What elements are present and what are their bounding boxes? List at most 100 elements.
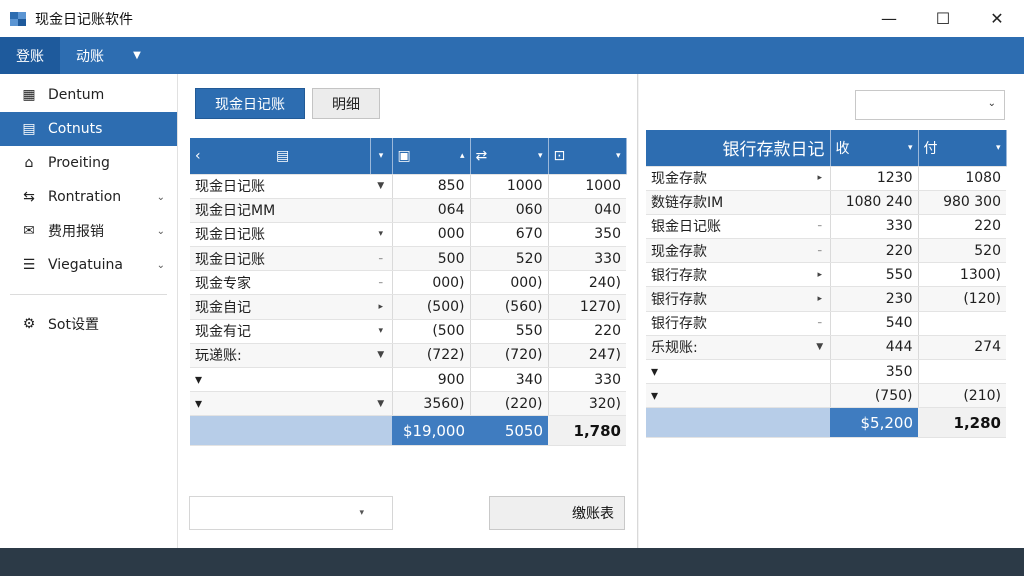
row-dropdown-icon[interactable]: ▼ xyxy=(370,343,392,369)
table-header-cell[interactable]: ▣ ▴ xyxy=(392,138,471,175)
table-row[interactable]: ▾ (750) (210) xyxy=(646,383,1006,409)
amount-cell: 1300) xyxy=(917,262,1006,288)
amount-cell xyxy=(917,359,1006,385)
table-header-cell[interactable]: 收 ▾ xyxy=(830,130,919,167)
table-row[interactable]: 数链存款IM 1080 240 980 300 xyxy=(646,190,1006,215)
table-row[interactable]: 现金自记 ▸ (500) (560) 1270) xyxy=(190,294,626,320)
row-dropdown-icon[interactable]: ▾ xyxy=(370,222,392,248)
amount-cell: 274 xyxy=(917,335,1006,361)
totals-row: $19,000 5050 1,780 xyxy=(190,415,626,447)
amount-cell: 330 xyxy=(829,214,918,240)
row-dropdown-icon[interactable]: ▼ xyxy=(370,174,392,199)
cash-journal-panel: 现金日记账 明细 ‹ ▤ ▾ ▣ ▴ ⇄ ▾ ⊡ ▾ 现金日记账 ▼ 850 1000 1000… xyxy=(178,74,638,548)
sidebar-item-label: Dentum xyxy=(48,87,105,103)
detail-button[interactable]: 明细 xyxy=(312,88,380,119)
table-row[interactable]: 银行存款 ▸ 230 (120) xyxy=(646,286,1006,312)
table-row[interactable]: 现金日记账 ▼ 850 1000 1000 xyxy=(190,174,626,199)
row-dropdown-icon[interactable]: – xyxy=(810,238,830,264)
amount-cell: 1000 xyxy=(469,174,548,199)
close-button[interactable]: ✕ xyxy=(970,0,1024,37)
table-row[interactable]: 现金专家 –000) 000) 240) xyxy=(190,270,626,296)
row-dropdown-icon[interactable] xyxy=(370,198,392,223)
row-dropdown-icon[interactable]: ▾ xyxy=(370,319,392,344)
table-row[interactable]: ▾ 350 xyxy=(646,359,1006,385)
table-row[interactable]: 银行存款 ▸ 550 1300) xyxy=(646,262,1006,288)
table-header-cell[interactable]: ‹ ▤ xyxy=(190,138,371,175)
row-label: ▾ xyxy=(190,391,370,417)
table-header-cell[interactable]: ⇄ ▾ xyxy=(470,138,549,175)
bank-journal-panel: ⌄ 银行存款日记 收 ▾ 付 ▾ 现金存款 ▸ 1230 1080 数链存款IM 1080 2… xyxy=(639,74,1024,548)
row-dropdown-icon[interactable]: ▼ xyxy=(810,335,830,361)
table-row[interactable]: 现金日记账 –500 520 330 xyxy=(190,246,626,272)
row-dropdown-icon[interactable]: ▼ xyxy=(370,391,392,417)
account-select[interactable]: ▾ xyxy=(189,496,393,530)
amount-cell: 000) xyxy=(469,270,548,296)
table-header-cell[interactable]: 付 ▾ xyxy=(918,130,1007,167)
table-row[interactable]: 乐规账: ▼ 444 274 xyxy=(646,335,1006,361)
row-dropdown-icon[interactable]: ▸ xyxy=(810,166,830,191)
row-dropdown-icon[interactable] xyxy=(810,383,830,409)
sidebar-item-expenses[interactable]: ✉ 费用报销 ⌄ xyxy=(0,214,177,248)
bank-icon: ⌂ xyxy=(24,155,34,171)
row-dropdown-icon[interactable]: – xyxy=(810,311,830,336)
row-dropdown-icon[interactable]: ▸ xyxy=(810,262,830,288)
menu-item-ledger[interactable]: 动账 xyxy=(60,37,120,74)
table-row[interactable]: 银金日记账 –330 220 xyxy=(646,214,1006,240)
sidebar-item-rontration[interactable]: ⇆ Rontration ⌄ xyxy=(0,180,177,214)
reconcile-button[interactable]: 缴账表 xyxy=(489,496,625,530)
sidebar-item-cotnuts[interactable]: ▤ Cotnuts xyxy=(0,112,177,146)
table-row[interactable]: ▾ ▼ 3560) (220) 320) xyxy=(190,391,626,417)
table-row[interactable]: 现金日记账 ▾ 000 670 350 xyxy=(190,222,626,248)
amount-cell: 1230 xyxy=(829,166,918,191)
table-row[interactable]: ▾ 900 340 330 xyxy=(190,367,626,393)
row-dropdown-icon[interactable] xyxy=(810,359,830,385)
menu-chevron-down-icon[interactable]: ▼ xyxy=(120,37,154,74)
maximize-button[interactable]: ☐ xyxy=(916,0,970,37)
row-label: 现金有记 xyxy=(190,319,370,344)
table-row[interactable]: 现金有记 ▾ (500 550 220 xyxy=(190,319,626,344)
table-header-cell[interactable]: ⊡ ▾ xyxy=(548,138,627,175)
total-cell: 1,780 xyxy=(548,415,626,447)
row-dropdown-icon[interactable]: – xyxy=(370,270,392,296)
row-label: 银行存款 xyxy=(646,262,810,288)
amount-cell: 3560) xyxy=(391,391,470,417)
amount-cell: 520 xyxy=(917,238,1006,264)
amount-cell: (220) xyxy=(469,391,548,417)
totals-label-cell xyxy=(190,415,392,447)
row-label: 玩递账: xyxy=(190,343,370,369)
amount-cell: 350 xyxy=(547,222,626,248)
amount-cell: 900 xyxy=(391,367,470,393)
row-dropdown-icon[interactable]: – xyxy=(810,214,830,240)
row-dropdown-icon[interactable] xyxy=(810,190,830,215)
row-label: ▾ xyxy=(646,383,810,409)
row-label: 现金日记账 xyxy=(190,246,370,272)
sidebar-item-label: Sot设置 xyxy=(48,317,99,333)
row-dropdown-icon[interactable]: ▸ xyxy=(810,286,830,312)
table-row[interactable]: 现金存款 ▸ 1230 1080 xyxy=(646,166,1006,191)
sidebar-item-dentum[interactable]: ▦ Dentum xyxy=(0,78,177,112)
row-dropdown-icon[interactable]: ▸ xyxy=(370,294,392,320)
amount-cell: 040 xyxy=(547,198,626,223)
sidebar-item-label: 费用报销 xyxy=(48,224,104,240)
table-row[interactable]: 现金存款 –220 520 xyxy=(646,238,1006,264)
sidebar-item-proeiting[interactable]: ⌂ Proeiting xyxy=(0,146,177,180)
chevron-down-icon: ⌄ xyxy=(987,98,996,109)
minimize-button[interactable]: — xyxy=(862,0,916,37)
dropdown-icon: ▾ xyxy=(995,142,1001,153)
filter-select[interactable]: ⌄ xyxy=(855,90,1005,120)
title-bar: 现金日记账软件 — ☐ ✕ xyxy=(0,0,1024,37)
sidebar-item-settings[interactable]: ⚙ Sot设置 xyxy=(0,307,177,341)
row-dropdown-icon[interactable] xyxy=(370,367,392,393)
row-label: 现金日记MM xyxy=(190,198,370,223)
header-dropdown-icon[interactable]: ▾ xyxy=(370,138,393,175)
chevron-left-icon: ‹ xyxy=(195,147,201,164)
cash-journal-button[interactable]: 现金日记账 xyxy=(195,88,305,119)
status-bar xyxy=(0,548,1024,576)
table-row[interactable]: 玩递账: ▼ (722) (720) 247) xyxy=(190,343,626,369)
sidebar-item-viegatuina[interactable]: ☰ Viegatuina ⌄ xyxy=(0,248,177,282)
table-row[interactable]: 银行存款 –540 xyxy=(646,311,1006,336)
row-dropdown-icon[interactable]: – xyxy=(370,246,392,272)
menu-item-login[interactable]: 登账 xyxy=(0,37,60,74)
amount-cell: 000) xyxy=(391,270,470,296)
table-row[interactable]: 现金日记MM 064 060 040 xyxy=(190,198,626,223)
